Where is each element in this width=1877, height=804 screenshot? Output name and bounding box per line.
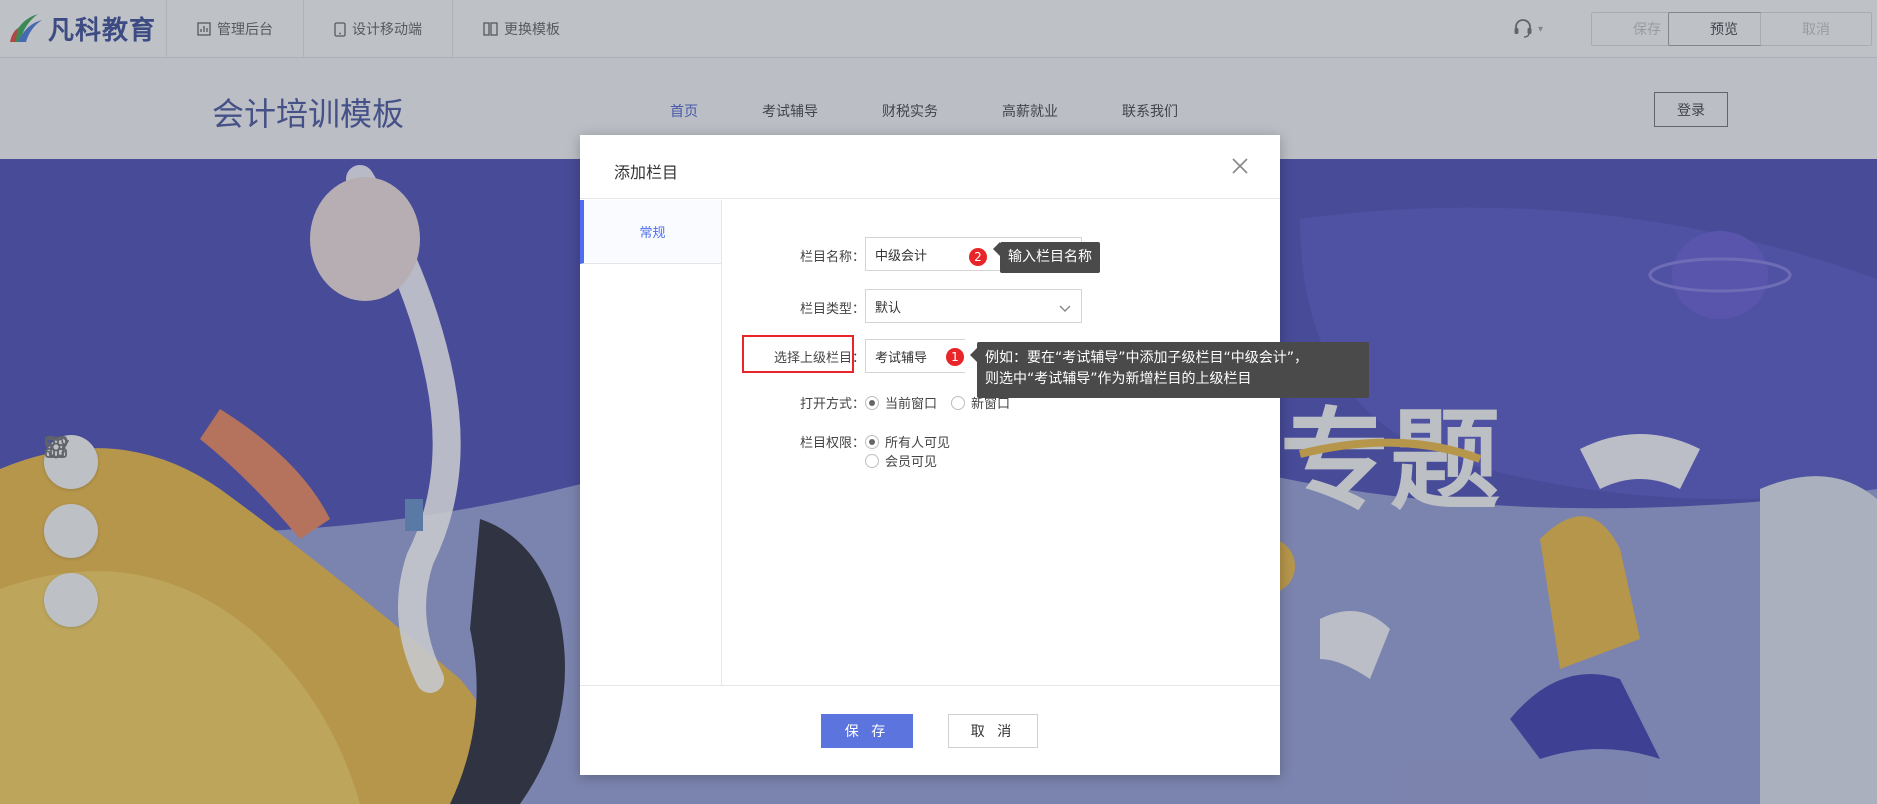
radio-unchecked-icon (951, 395, 965, 410)
open-current-label: 当前窗口 (885, 397, 938, 412)
radio-unchecked-icon (865, 453, 879, 468)
permission-label: 栏目权限： (799, 436, 865, 451)
type-label: 栏目类型： (799, 302, 865, 317)
parent-label: 选择上级栏目： (773, 351, 865, 366)
step-badge-1: 1 (946, 348, 964, 366)
type-select[interactable]: 默认 (865, 289, 1082, 323)
tip-parent-line2: 则选中“考试辅导”作为新增栏目的上级栏目 (985, 371, 1252, 387)
tab-general[interactable]: 常规 (580, 200, 721, 264)
add-column-dialog: 添加栏目 常规 栏目名称： 中级会计 栏目类型： 默认 选择上级栏目： 考试辅导… (580, 135, 1369, 775)
parent-select-value: 考试辅导 (875, 350, 928, 366)
tip-parent-line1: 例如：要在“考试辅导”中添加子级栏目“中级会计”， (985, 350, 1309, 366)
chevron-down-icon (1059, 302, 1071, 317)
perm-member-label: 会员可见 (885, 455, 938, 470)
radio-checked-icon (865, 395, 879, 410)
dialog-tabs: 常规 (580, 200, 722, 685)
dialog-save-button[interactable]: 保 存 (821, 714, 913, 748)
perm-member-radio[interactable]: 会员可见 (865, 451, 937, 470)
step-badge-2: 2 (969, 248, 987, 266)
dialog-cancel-button[interactable]: 取 消 (948, 714, 1038, 748)
type-select-value: 默认 (875, 300, 902, 316)
dialog-title: 添加栏目 (614, 163, 679, 182)
name-input-value: 中级会计 (875, 248, 928, 264)
radio-checked-icon (865, 434, 879, 449)
tip-parent: 例如：要在“考试辅导”中添加子级栏目“中级会计”， 则选中“考试辅导”作为新增栏… (970, 342, 1369, 398)
close-icon[interactable] (1231, 157, 1249, 175)
perm-all-label: 所有人可见 (885, 436, 951, 451)
tip-name: 输入栏目名称 (993, 242, 1100, 273)
perm-all-radio[interactable]: 所有人可见 (865, 432, 950, 451)
dialog-body: 栏目名称： 中级会计 栏目类型： 默认 选择上级栏目： 考试辅导 打开方式： 当… (722, 200, 1369, 685)
open-current-radio[interactable]: 当前窗口 (865, 393, 937, 412)
dialog-header: 添加栏目 (580, 135, 1280, 199)
open-mode-label: 打开方式： (799, 397, 865, 412)
name-label: 栏目名称： (799, 250, 865, 265)
dialog-footer: 保 存 取 消 (580, 685, 1280, 775)
